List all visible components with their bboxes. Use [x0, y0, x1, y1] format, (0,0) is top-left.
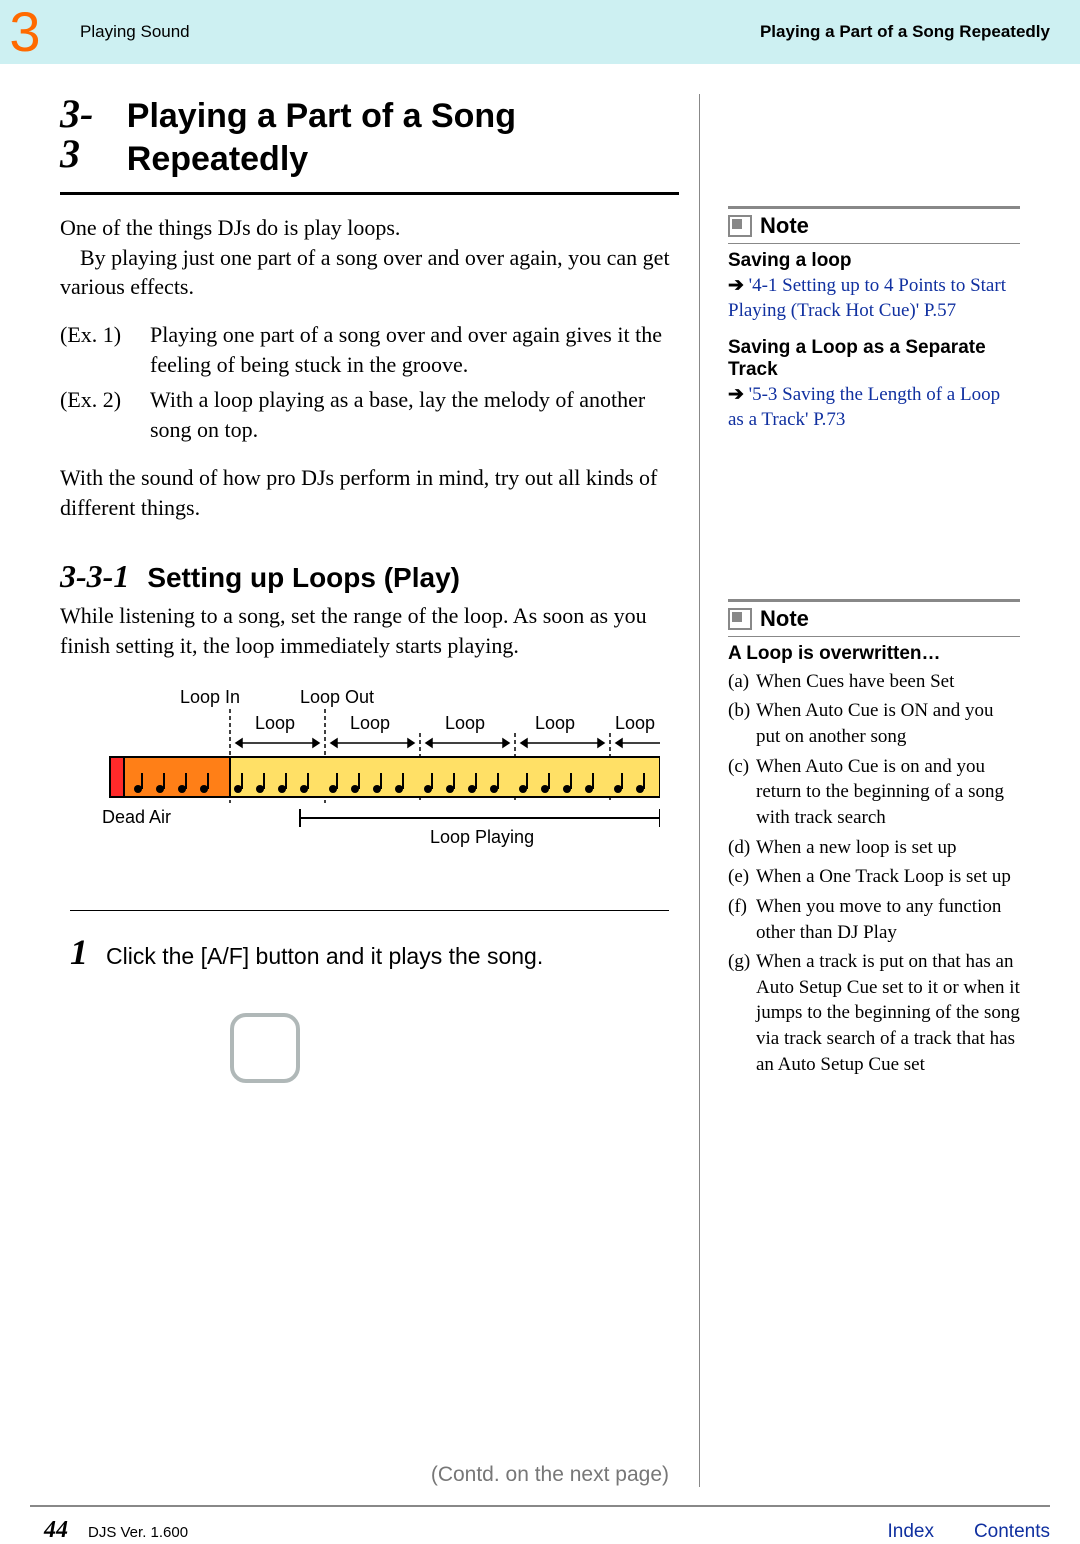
continued-text: (Contd. on the next page): [60, 1463, 679, 1487]
step-1-number: 1: [70, 931, 88, 973]
note-overwritten-list: (a)When Cues have been Set (b)When Auto …: [728, 669, 1020, 1078]
page-footer: 44 DJS Ver. 1.600 Index Contents: [0, 1507, 1080, 1544]
intro-line-2: By playing just one part of a song over …: [60, 243, 679, 302]
list-b-text: When Auto Cue is ON and you put on anoth…: [756, 698, 1020, 749]
list-a-text: When Cues have been Set: [756, 669, 954, 695]
intro-line-1: One of the things DJs do is play loops.: [60, 215, 400, 240]
diagram-loop-label-2: Loop: [350, 713, 390, 733]
list-f-label: (f): [728, 894, 756, 945]
diagram-loop-out-label: Loop Out: [300, 687, 374, 707]
intro-paragraph: One of the things DJs do is play loops. …: [60, 213, 679, 302]
version-text: DJS Ver. 1.600: [88, 1524, 847, 1541]
note-link-1-text: '4-1 Setting up to 4 Points to Start Pla…: [728, 275, 1006, 321]
note-saving-loop: Note Saving a loop ➔ '4-1 Setting up to …: [728, 206, 1020, 433]
list-g-text: When a track is put on that has an Auto …: [756, 949, 1020, 1077]
step-1-text: Click the [A/F] button and it plays the …: [106, 943, 543, 970]
list-f-text: When you move to any function other than…: [756, 894, 1020, 945]
note-link-2-text: '5-3 Saving the Length of a Loop as a Tr…: [728, 384, 1000, 430]
example-1-label: (Ex. 1): [60, 320, 150, 379]
note-subhead-saving-loop: Saving a loop: [728, 250, 1020, 272]
note-icon: [728, 608, 752, 630]
index-link[interactable]: Index: [887, 1521, 933, 1543]
main-column: 3-3 Playing a Part of a Song Repeatedly …: [60, 94, 700, 1487]
chapter-number: 3: [0, 4, 50, 60]
list-e-label: (e): [728, 864, 756, 890]
note-link-2[interactable]: ➔ '5-3 Saving the Length of a Loop as a …: [728, 383, 1020, 432]
list-d-label: (d): [728, 835, 756, 861]
subsection-text: While listening to a song, set the range…: [60, 601, 679, 660]
section-number: 3-3: [60, 94, 111, 174]
diagram-loop-label-5: Loop: [615, 713, 655, 733]
note-subhead-overwritten: A Loop is overwritten…: [728, 643, 1020, 665]
page-header: 3 Playing Sound Playing a Part of a Song…: [0, 0, 1080, 64]
arrow-icon: ➔: [728, 275, 744, 296]
section-title: Playing a Part of a Song Repeatedly: [127, 95, 679, 180]
diagram-dead-air-label: Dead Air: [102, 807, 171, 827]
note-icon: [728, 215, 752, 237]
outro-paragraph: With the sound of how pro DJs perform in…: [60, 463, 679, 522]
subsection-number: 3-3-1: [60, 558, 129, 595]
example-2-label: (Ex. 2): [60, 385, 150, 444]
list-a-label: (a): [728, 669, 756, 695]
note-link-1[interactable]: ➔ '4-1 Setting up to 4 Points to Start P…: [728, 274, 1020, 323]
example-1-text: Playing one part of a song over and over…: [150, 320, 679, 379]
list-b-label: (b): [728, 698, 756, 749]
note-label: Note: [760, 606, 809, 632]
subsection-title: Setting up Loops (Play): [147, 562, 460, 594]
diagram-loop-label-1: Loop: [255, 713, 295, 733]
contents-link[interactable]: Contents: [974, 1521, 1050, 1543]
note-subhead-saving-separate: Saving a Loop as a Separate Track: [728, 337, 1020, 381]
diagram-loop-playing-label: Loop Playing: [430, 827, 534, 847]
list-e-text: When a One Track Loop is set up: [756, 864, 1011, 890]
play-button-illustration: [230, 1013, 300, 1083]
note-label: Note: [760, 213, 809, 239]
header-topic: Playing a Part of a Song Repeatedly: [760, 22, 1050, 42]
header-section-name: Playing Sound: [80, 22, 760, 42]
list-c-label: (c): [728, 754, 756, 831]
page-number: 44: [44, 1517, 68, 1544]
list-g-label: (g): [728, 949, 756, 1077]
example-2-text: With a loop playing as a base, lay the m…: [150, 385, 679, 444]
diagram-loop-label-4: Loop: [535, 713, 575, 733]
diagram-loop-in-label: Loop In: [180, 687, 240, 707]
step-1: 1 Click the [A/F] button and it plays th…: [60, 931, 679, 973]
example-list: (Ex. 1) Playing one part of a song over …: [60, 320, 679, 445]
loop-diagram: Loop In Loop Out Loop Loop Loop Loop Loo…: [60, 687, 679, 872]
side-column: Note Saving a loop ➔ '4-1 Setting up to …: [700, 94, 1020, 1487]
note-loop-overwritten: Note A Loop is overwritten… (a)When Cues…: [728, 599, 1020, 1078]
list-d-text: When a new loop is set up: [756, 835, 957, 861]
arrow-icon: ➔: [728, 384, 744, 405]
list-c-text: When Auto Cue is on and you return to th…: [756, 754, 1020, 831]
diagram-loop-label-3: Loop: [445, 713, 485, 733]
